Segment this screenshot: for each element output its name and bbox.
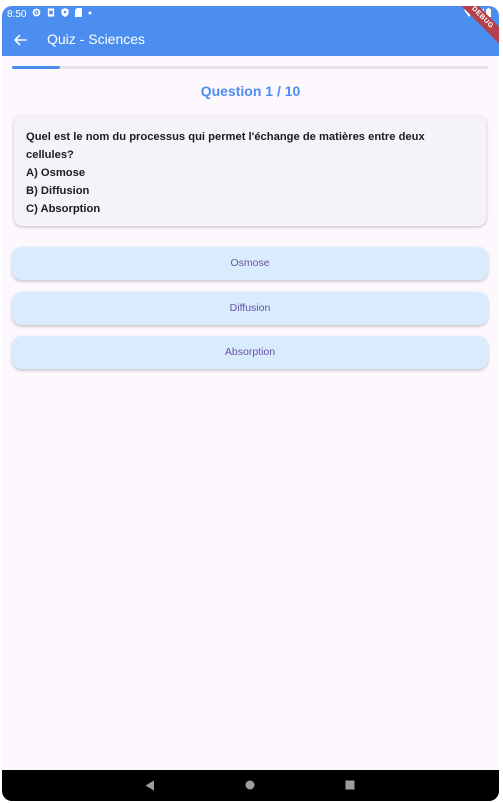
gear-icon <box>32 8 41 17</box>
question-text: Quel est le nom du processus qui permet … <box>26 131 425 161</box>
device-screen: 8:50 DEBUG Quiz - Sciences Question 1 / … <box>2 6 499 801</box>
back-triangle-icon <box>145 780 154 790</box>
app-bar: Quiz - Sciences <box>2 24 499 56</box>
page-title: Quiz - Sciences <box>47 31 146 47</box>
answer-button-absorption[interactable]: Absorption <box>12 336 488 369</box>
sim-icon <box>47 8 55 17</box>
nav-recents-button[interactable] <box>343 778 357 792</box>
recents-square-icon <box>345 780 355 790</box>
system-nav-bar <box>2 770 499 801</box>
sd-card-icon <box>75 8 82 17</box>
option-c-text: C) Absorption <box>26 203 101 215</box>
answer-button-osmose[interactable]: Osmose <box>12 247 488 280</box>
question-counter: Question 1 / 10 <box>200 83 301 99</box>
option-a-text: A) Osmose <box>26 167 86 179</box>
shield-icon <box>61 8 69 17</box>
status-time: 8:50 <box>7 9 27 20</box>
status-bar: 8:50 <box>2 6 499 24</box>
back-button[interactable] <box>8 28 32 52</box>
answer-button-diffusion[interactable]: Diffusion <box>12 291 488 325</box>
dot-icon <box>88 11 92 14</box>
answer-list: Osmose Diffusion Absorption <box>12 247 488 381</box>
nav-back-button[interactable] <box>143 778 157 792</box>
status-icons <box>32 8 92 17</box>
progress-bar <box>12 66 488 69</box>
option-b-text: B) Diffusion <box>26 185 90 197</box>
nav-home-button[interactable] <box>243 778 257 792</box>
home-circle-icon <box>245 780 255 790</box>
arrow-back-icon <box>14 34 27 46</box>
progress-fill <box>12 66 60 69</box>
question-card: Quel est le nom du processus qui permet … <box>14 116 486 226</box>
